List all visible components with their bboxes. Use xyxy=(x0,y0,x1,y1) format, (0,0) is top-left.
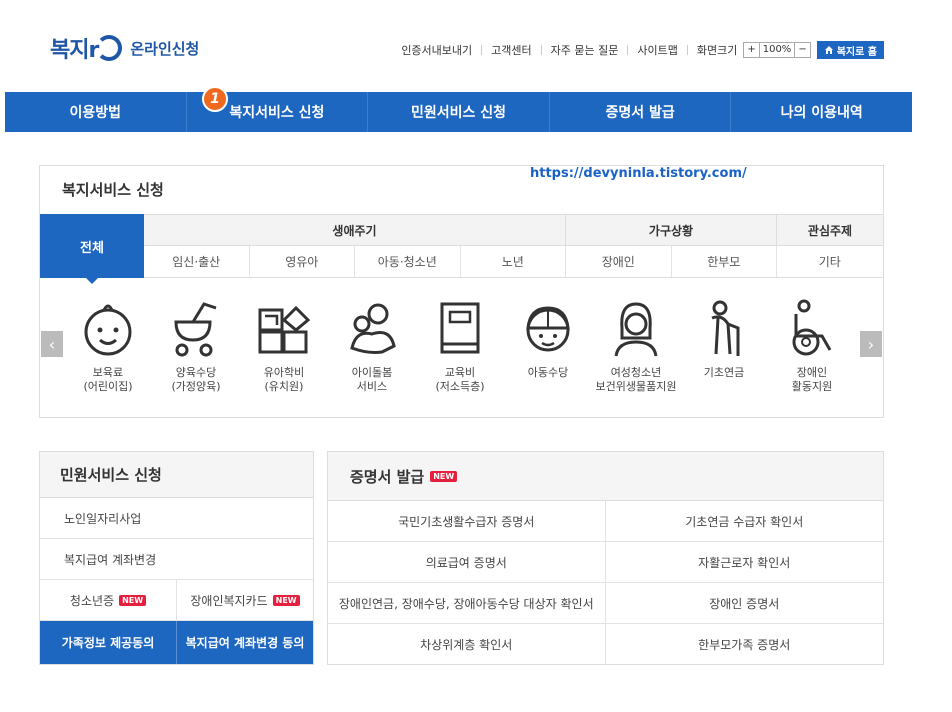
girl-icon xyxy=(614,302,658,357)
service-item-childcare[interactable]: 보육료 (어린이집) xyxy=(64,298,152,394)
service-item-disability-support[interactable]: 장애인 활동지원 xyxy=(768,298,856,394)
service-list: 보육료 (어린이집) 양육수당 (가정양육) 유아학비 (유치원) 아이돌봄 서… xyxy=(64,298,864,394)
step-badge: 1 xyxy=(202,86,228,112)
civil-item-youth-card[interactable]: 청소년증 NEW xyxy=(40,580,177,620)
logo-subtitle: 온라인신청 xyxy=(130,39,200,58)
util-link-cert-export[interactable]: 인증서내보내기 xyxy=(401,42,472,58)
tab-all[interactable]: 전체 xyxy=(40,214,144,284)
tab-pregnancy[interactable]: 임신·출산 xyxy=(144,246,250,277)
cert-disability[interactable]: 장애인 증명서 xyxy=(605,583,883,624)
tab-other[interactable]: 기타 xyxy=(777,246,883,277)
account-change-consent-button[interactable]: 복지급여 계좌변경 동의 xyxy=(177,621,313,664)
new-badge: NEW xyxy=(272,594,300,606)
welfare-title: 복지서비스 신청 xyxy=(62,181,164,199)
nav-item-certificate[interactable]: 증명서 발급 xyxy=(550,92,732,132)
civil-service-panel: 민원서비스 신청 노인일자리사업 복지급여 계좌변경 청소년증 NEW 장애인복… xyxy=(39,451,314,665)
zoom-label: 화면크기 xyxy=(696,44,738,57)
tab-youth[interactable]: 아동·청소년 xyxy=(355,246,461,277)
service-item-basic-pension[interactable]: 기초연금 xyxy=(680,298,768,394)
service-label: 양육수당 (가정양육) xyxy=(171,366,221,393)
logo-ring-icon xyxy=(96,35,123,61)
service-label: 아동수당 xyxy=(527,366,569,379)
civil-item-account-change[interactable]: 복지급여 계좌변경 xyxy=(40,539,313,580)
logo-mark: 복지r xyxy=(50,38,99,63)
nav-item-civil[interactable]: 민원서비스 신청 xyxy=(368,92,550,132)
new-badge: NEW xyxy=(119,594,147,606)
zoom-control: + 100% − xyxy=(743,42,811,58)
site-logo[interactable]: 복지r 온라인신청 xyxy=(50,32,199,64)
main-nav: 이용방법 복지서비스 신청 민원서비스 신청 증명서 발급 나의 이용내역 xyxy=(5,92,912,132)
child-cap-icon xyxy=(526,306,570,352)
letter-blocks-icon xyxy=(258,305,311,354)
service-label: 여성청소년 보건위생물품지원 xyxy=(595,366,677,393)
elderly-cane-icon xyxy=(711,300,740,356)
civil-item-senior-jobs[interactable]: 노인일자리사업 xyxy=(40,498,313,539)
category-group-interest: 관심주제 xyxy=(807,223,853,238)
divider xyxy=(627,45,629,55)
civil-item-label: 장애인복지카드 xyxy=(190,593,268,608)
nav-item-history[interactable]: 나의 이용내역 xyxy=(731,92,912,132)
cert-medical-aid[interactable]: 의료급여 증명서 xyxy=(328,542,606,583)
home-icon xyxy=(824,46,833,54)
tab-elderly[interactable]: 노년 xyxy=(461,246,566,277)
category-group-household: 가구상황 xyxy=(566,215,777,245)
welfare-panel: 복지서비스 신청 전체 생애주기 가구상황 관심주제 임신·출산 영유아 아동·… xyxy=(39,165,884,418)
zoom-value: 100% xyxy=(758,43,796,57)
civil-title: 민원서비스 신청 xyxy=(40,452,313,498)
zoom-in-button[interactable]: + xyxy=(744,43,758,57)
baby-face-icon xyxy=(84,304,132,356)
stroller-icon xyxy=(174,302,217,357)
cert-near-poverty[interactable]: 차상위계층 확인서 xyxy=(328,624,606,665)
home-button-label: 복지로 홈 xyxy=(836,46,877,58)
category-tabs: 임신·출산 영유아 아동·청소년 노년 장애인 한부모 기타 xyxy=(144,246,883,278)
utility-menu: 인증서내보내기 고객센터 자주 묻는 질문 사이트맵 화면크기 + 100% −… xyxy=(401,41,884,59)
service-item-hygiene-products[interactable]: 여성청소년 보건위생물품지원 xyxy=(592,298,680,394)
cert-self-support-worker[interactable]: 자활근로자 확인서 xyxy=(605,542,883,583)
service-item-childcare-service[interactable]: 아이돌봄 서비스 xyxy=(328,298,416,394)
category-groups: 생애주기 가구상황 관심주제 xyxy=(144,214,883,246)
divider xyxy=(686,45,688,55)
carousel-prev-button[interactable]: ‹ xyxy=(41,331,63,357)
service-item-parenting-allowance[interactable]: 양육수당 (가정양육) xyxy=(152,298,240,394)
certificate-title: 증명서 발급 xyxy=(350,467,425,486)
tab-disabled[interactable]: 장애인 xyxy=(566,246,672,277)
service-item-kindergarten[interactable]: 유아학비 (유치원) xyxy=(240,298,328,394)
divider xyxy=(540,45,542,55)
cert-basic-livelihood[interactable]: 국민기초생활수급자 증명서 xyxy=(328,501,606,542)
family-info-consent-button[interactable]: 가족정보 제공동의 xyxy=(40,621,177,664)
service-label: 장애인 활동지원 xyxy=(791,366,833,393)
civil-consent-row: 가족정보 제공동의 복지급여 계좌변경 동의 xyxy=(40,621,313,664)
service-item-child-allowance[interactable]: 아동수당 xyxy=(504,298,592,394)
tab-single-parent[interactable]: 한부모 xyxy=(672,246,777,277)
caregiver-icon xyxy=(350,303,396,354)
util-link-customer-center[interactable]: 고객센터 xyxy=(491,42,531,58)
certificate-grid: 국민기초생활수급자 증명서 기초연금 수급자 확인서 의료급여 증명서 자활근로… xyxy=(328,501,883,665)
tab-infant[interactable]: 영유아 xyxy=(250,246,355,277)
book-icon xyxy=(440,302,480,354)
civil-split-row: 청소년증 NEW 장애인복지카드 NEW xyxy=(40,580,313,621)
util-link-sitemap[interactable]: 사이트맵 xyxy=(637,42,677,58)
new-badge: NEW xyxy=(430,470,458,482)
civil-item-disability-card[interactable]: 장애인복지카드 NEW xyxy=(177,580,313,620)
service-item-education[interactable]: 교육비 (저소득층) xyxy=(416,298,504,394)
util-link-faq[interactable]: 자주 묻는 질문 xyxy=(551,42,619,58)
divider xyxy=(481,45,483,55)
service-label: 기초연금 xyxy=(703,366,745,379)
service-label: 보육료 (어린이집) xyxy=(83,366,133,393)
category-group-lifecycle: 생애주기 xyxy=(144,215,566,245)
cert-basic-pension[interactable]: 기초연금 수급자 확인서 xyxy=(605,501,883,542)
service-label: 유아학비 (유치원) xyxy=(263,366,305,393)
zoom-out-button[interactable]: − xyxy=(795,43,809,57)
certificate-panel: 증명서 발급 NEW 국민기초생활수급자 증명서 기초연금 수급자 확인서 의료… xyxy=(327,451,884,665)
cert-single-parent[interactable]: 한부모가족 증명서 xyxy=(606,624,884,665)
certificate-title-bar: 증명서 발급 NEW xyxy=(328,452,883,501)
wheelchair-icon xyxy=(792,299,832,356)
nav-item-guide[interactable]: 이용방법 xyxy=(5,92,187,132)
service-label: 교육비 (저소득층) xyxy=(435,366,485,393)
civil-item-label: 청소년증 xyxy=(69,593,115,608)
home-button[interactable]: 복지로 홈 xyxy=(816,41,884,59)
service-label: 아이돌봄 서비스 xyxy=(351,366,393,393)
cert-disability-allowance[interactable]: 장애인연금, 장애수당, 장애아동수당 대상자 확인서 xyxy=(328,583,606,624)
